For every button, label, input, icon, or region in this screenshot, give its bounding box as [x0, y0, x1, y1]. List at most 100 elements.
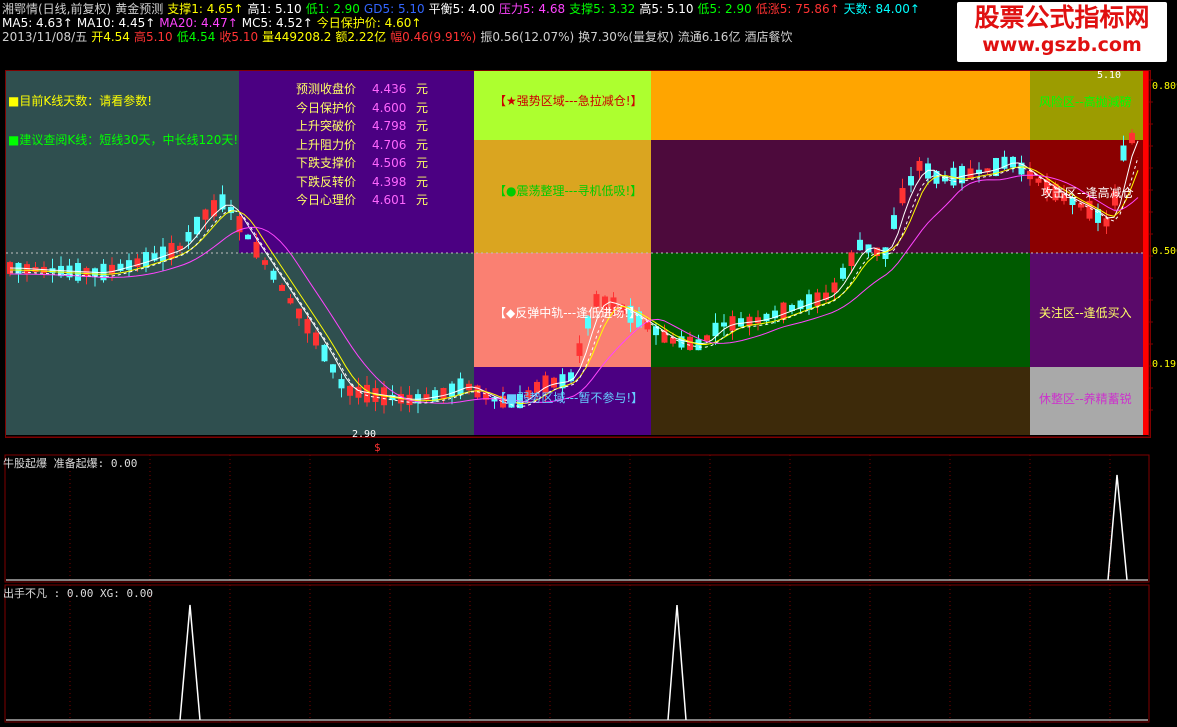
prediction-unit: 元 — [416, 156, 429, 170]
candle-body — [840, 267, 846, 279]
candle-body — [806, 294, 812, 310]
candle-body — [279, 285, 285, 291]
prediction-unit: 元 — [416, 174, 429, 189]
candle-body — [347, 385, 353, 396]
candle-body — [882, 247, 889, 260]
ma20-line — [10, 174, 1139, 404]
attack-zone-label: 攻击区--逢高减仓 — [1041, 186, 1134, 200]
prediction-unit: 元 — [416, 82, 429, 96]
ma10-line — [10, 166, 1139, 405]
prediction-value: 4.506 — [372, 156, 407, 170]
candle-body — [848, 252, 855, 267]
candle-body — [576, 343, 583, 356]
candle-body — [1129, 132, 1135, 144]
candle-body — [457, 378, 464, 396]
weak-zone-label: 【■弱势区域---暂不参与!】 — [494, 391, 644, 405]
prediction-table: 预测收盘价 4.436 元今日保护价 4.600 元上升突破价 4.798 元上升阻力价 4.… — [296, 80, 428, 210]
prediction-row: 预测收盘价 4.436 元 — [296, 80, 428, 99]
rest-zone-label: 休整区--养精蓄锐 — [1039, 392, 1132, 406]
candle-body — [313, 332, 319, 346]
candle-body — [109, 264, 115, 275]
candle-body — [245, 234, 251, 240]
rebound-zone-label: 【◆反弹中轨---逢低进场!】 — [494, 306, 642, 320]
prediction-value: 4.600 — [372, 100, 407, 115]
prediction-name: 上升突破价 — [296, 119, 357, 133]
candle-body — [330, 364, 336, 373]
strong-zone-label: 【★强势区域---急拉减仓!】 — [494, 94, 643, 108]
candle-body — [338, 379, 345, 389]
ratio-label-191: 0.191 — [1152, 359, 1177, 370]
candle-body — [551, 377, 557, 388]
prediction-value: 4.398 — [372, 174, 407, 189]
candle-body — [831, 282, 838, 293]
price-range-bar — [1143, 71, 1149, 435]
low-price-marker: 2.90 — [352, 429, 377, 440]
candle-body — [712, 322, 719, 337]
kline-days-label: ■目前K线天数：请看参数! — [8, 94, 153, 108]
candle-body — [185, 232, 192, 242]
prediction-value: 4.798 — [372, 119, 407, 133]
prediction-unit: 元 — [416, 119, 429, 133]
prediction-unit: 元 — [416, 137, 429, 152]
prediction-row: 今日保护价 4.600 元 — [296, 99, 428, 118]
candle-body — [304, 319, 311, 334]
prediction-row: 上升突破价 4.798 元 — [296, 117, 428, 136]
candle-body — [814, 292, 821, 306]
candle-body — [296, 308, 302, 319]
ma5-line — [9, 140, 1139, 404]
candle-body — [1035, 178, 1042, 183]
panel2-signal-spike — [1107, 474, 1128, 581]
split-marker: $ — [374, 441, 381, 454]
high-price-marker: 5.10 — [1097, 70, 1122, 81]
candle-body — [211, 200, 217, 217]
panel3-value: : 0.00 XG: 0.00 — [53, 587, 153, 600]
ratio-label-500: 0.500 — [1152, 246, 1177, 257]
candle-body — [687, 336, 693, 350]
panel2-value: 准备起爆: 0.00 — [53, 457, 138, 470]
kline-advice-label: ■建议查阅K线：短线30天，中长线120天! — [8, 133, 239, 147]
candle-body — [738, 318, 744, 327]
candle-body — [891, 215, 897, 229]
candle-body — [916, 160, 923, 171]
candle-body — [321, 344, 328, 362]
panel3-signal-spike-1 — [179, 604, 201, 721]
prediction-row: 下跌支撑价 4.506 元 — [296, 154, 428, 173]
consolidation-zone-label: 【●震荡整理---寻机低吸!】 — [494, 184, 643, 198]
candle-body — [704, 335, 710, 341]
candle-body — [899, 188, 906, 204]
candle-body — [967, 168, 974, 179]
candle-body — [755, 317, 761, 324]
prediction-unit: 元 — [416, 100, 429, 115]
prediction-row: 下跌反转价 4.398 元 — [296, 173, 428, 192]
candle-body — [287, 298, 294, 304]
candle-body — [168, 242, 175, 259]
panel2-name: 牛股起爆 — [3, 457, 47, 470]
prediction-name: 今日保护价 — [296, 100, 357, 115]
candle-body — [857, 239, 863, 251]
candle-body — [440, 387, 447, 400]
candle-body — [729, 316, 736, 331]
prediction-value: 4.436 — [372, 82, 407, 96]
panel2-title: 牛股起爆 准备起爆: 0.00 — [3, 455, 137, 471]
candle-body — [1010, 156, 1016, 168]
prediction-name: 预测收盘价 — [296, 82, 357, 96]
prediction-value: 4.706 — [372, 137, 407, 152]
prediction-name: 上升阻力价 — [296, 137, 357, 152]
candle-body — [721, 322, 727, 327]
panel3-frame — [4, 584, 1150, 723]
risk-zone-label: 风险区--高抛減磅 — [1039, 95, 1132, 109]
candle-body — [1120, 145, 1127, 161]
prediction-row: 今日心理价 4.601 元 — [296, 191, 428, 210]
ratio-label-809: 0.809 — [1152, 81, 1177, 92]
watch-zone-label: 关注区--逢低买入 — [1039, 306, 1132, 320]
prediction-value: 4.601 — [372, 193, 407, 207]
panel2-frame — [4, 454, 1150, 583]
candle-body — [262, 260, 268, 265]
prediction-row: 上升阻力价 4.706 元 — [296, 136, 428, 155]
panel3-signal-spike-2 — [667, 604, 687, 721]
candle-body — [423, 394, 430, 401]
candle-body — [364, 384, 370, 403]
candle-body — [1103, 218, 1110, 227]
candle-body — [194, 216, 200, 235]
candle-body — [908, 176, 914, 186]
